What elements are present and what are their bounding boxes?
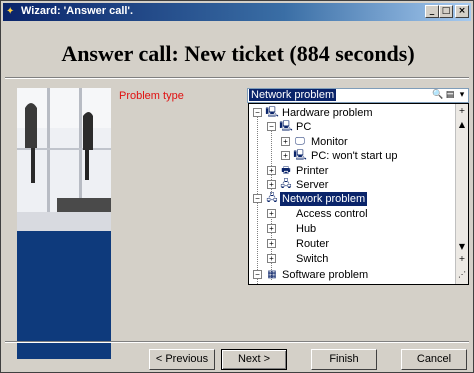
- computer-icon: 🖳: [265, 107, 279, 118]
- tree-node-server[interactable]: + 🖧 Server: [249, 178, 455, 192]
- monitor-icon: 🖵: [295, 136, 305, 147]
- tree-node-hardware-problem[interactable]: − 🖳 Hardware problem: [249, 106, 455, 120]
- tree-node-label: Network problem: [280, 192, 368, 206]
- tree-node-router[interactable]: + Router: [249, 237, 455, 251]
- scroll-plus-icon[interactable]: +: [457, 254, 467, 264]
- resize-grip-icon[interactable]: ⋰: [457, 270, 467, 280]
- tree-node-pc-wont-start[interactable]: + 🖳 PC: won't start up: [249, 149, 455, 163]
- page-title: Answer call: New ticket (884 seconds): [61, 41, 415, 66]
- server-icon: 🖧: [280, 179, 292, 190]
- close-button[interactable]: ×: [455, 5, 469, 18]
- expand-icon[interactable]: +: [267, 180, 276, 189]
- wizard-image: [17, 88, 111, 359]
- scroll-down-icon[interactable]: ▼: [457, 242, 467, 252]
- tree-node-access-control[interactable]: + Access control: [249, 207, 455, 221]
- office-photo-graphic: [17, 88, 111, 231]
- computer-icon: 🖳: [293, 150, 307, 161]
- chevron-down-icon[interactable]: ▾: [456, 89, 468, 102]
- search-icon[interactable]: 🔍: [432, 89, 444, 102]
- tree-scrollbar[interactable]: + ▲ ▼ + ⋰: [455, 104, 468, 284]
- office-photo: [17, 88, 111, 231]
- tree-node-label: Monitor: [311, 136, 348, 148]
- finish-button[interactable]: Finish: [311, 349, 377, 370]
- problem-type-value[interactable]: Network problem: [249, 89, 337, 101]
- printer-icon: 🖶: [281, 165, 291, 176]
- expand-icon[interactable]: +: [281, 151, 290, 160]
- wizard-window: ✦ Wizard: 'Answer call'. _ □ × Answer ca…: [0, 0, 474, 373]
- problem-type-tree[interactable]: − 🖳 Hardware problem − 🖳 PC + 🖵 Monitor …: [248, 103, 469, 285]
- expand-icon[interactable]: +: [267, 209, 276, 218]
- tree-node-label: Hardware problem: [282, 107, 373, 119]
- next-button[interactable]: Next >: [221, 349, 287, 370]
- title-bar[interactable]: ✦ Wizard: 'Answer call'. _ □ ×: [3, 3, 471, 21]
- tree-node-label: Hub: [296, 223, 317, 235]
- list-icon[interactable]: ▤: [444, 89, 456, 102]
- tree-node-monitor[interactable]: + 🖵 Monitor: [249, 135, 455, 149]
- tree-node-hub[interactable]: + Hub: [249, 222, 455, 236]
- expand-icon[interactable]: +: [267, 224, 276, 233]
- cancel-button[interactable]: Cancel: [401, 349, 467, 370]
- maximize-button[interactable]: □: [439, 5, 453, 18]
- tree-node-label: PC: won't start up: [311, 150, 398, 162]
- expand-icon[interactable]: +: [267, 239, 276, 248]
- collapse-icon[interactable]: −: [253, 108, 262, 117]
- minimize-button[interactable]: _: [425, 5, 439, 18]
- previous-button[interactable]: < Previous: [149, 349, 215, 370]
- tree-node-pc[interactable]: − 🖳 PC: [249, 120, 455, 134]
- collapse-icon[interactable]: −: [253, 270, 262, 279]
- footer-divider: [5, 341, 469, 343]
- expand-icon[interactable]: +: [267, 254, 276, 263]
- header-divider: [5, 77, 469, 79]
- network-icon: 🖧: [266, 193, 278, 204]
- wizard-icon: ✦: [6, 6, 15, 17]
- collapse-icon[interactable]: −: [267, 122, 276, 131]
- tree-node-label: Switch: [296, 253, 329, 265]
- tree-node-label: PC: [296, 121, 312, 133]
- tree-node-label: Software problem: [282, 269, 369, 281]
- software-icon: ▦: [267, 269, 277, 280]
- expand-icon[interactable]: +: [281, 137, 290, 146]
- tree-node-switch[interactable]: + Switch: [249, 252, 455, 266]
- tree-node-label: Router: [296, 238, 330, 250]
- problem-type-combo[interactable]: Network problem 🔍 ▤ ▾: [247, 88, 469, 103]
- collapse-icon[interactable]: −: [253, 194, 262, 203]
- tree-node-software-problem[interactable]: − ▦ Software problem: [249, 268, 455, 282]
- problem-type-label: Problem type: [119, 90, 184, 102]
- tree-node-label: Access control: [296, 208, 368, 220]
- tree-node-network-problem[interactable]: − 🖧 Network problem: [249, 192, 455, 206]
- tree-node-label: Server: [296, 179, 329, 191]
- scroll-plus-icon[interactable]: +: [457, 106, 467, 116]
- tree-node-printer[interactable]: + 🖶 Printer: [249, 164, 455, 178]
- window-title: Wizard: 'Answer call'.: [21, 5, 134, 17]
- expand-icon[interactable]: +: [267, 166, 276, 175]
- scroll-up-icon[interactable]: ▲: [457, 120, 467, 130]
- computer-icon: 🖳: [279, 121, 293, 132]
- tree-node-label: Printer: [296, 165, 329, 177]
